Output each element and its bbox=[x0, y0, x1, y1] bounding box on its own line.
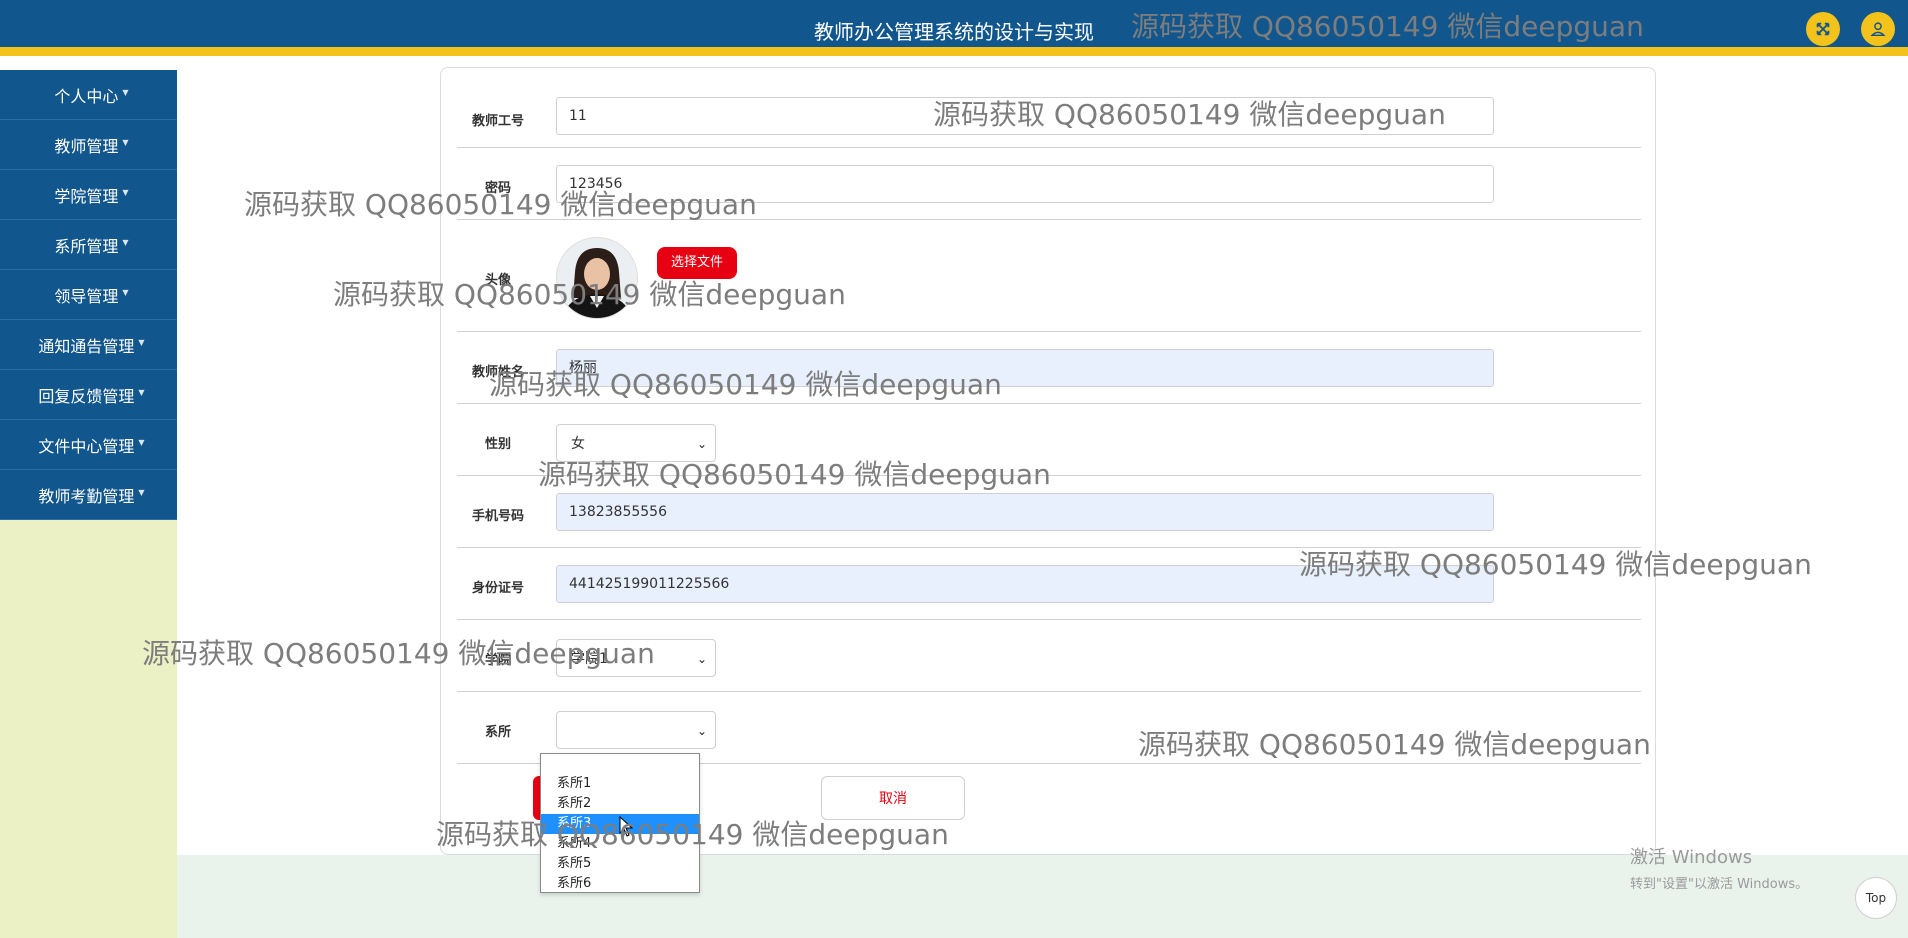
windows-activation-notice: 激活 Windows 转到"设置"以激活 Windows。 bbox=[1630, 843, 1808, 892]
caret-down-icon: ▼ bbox=[122, 288, 129, 297]
mouse-cursor-icon bbox=[619, 816, 633, 837]
form-row-teacher-name: 教师姓名 杨丽 bbox=[457, 332, 1641, 404]
fullscreen-icon-glyph bbox=[1816, 22, 1830, 36]
id-card-label: 身份证号 bbox=[471, 581, 524, 596]
form-row-gender: 性别 女 ⌄ bbox=[457, 404, 1641, 476]
sidebar-item-personal-center[interactable]: 个人中心 ▼ bbox=[0, 70, 177, 120]
chevron-down-icon: ⌄ bbox=[696, 437, 707, 451]
department-label: 系所 bbox=[484, 725, 511, 740]
sidebar-item-notice[interactable]: 通知通告管理 ▼ bbox=[0, 320, 177, 370]
chevron-down-icon: ⌄ bbox=[696, 724, 707, 738]
back-to-top-button[interactable]: Top bbox=[1855, 877, 1897, 919]
sidebar-item-label: 文件中心管理 bbox=[38, 436, 135, 456]
form-row-avatar: 头像 选择文件 bbox=[457, 220, 1641, 332]
fullscreen-icon[interactable] bbox=[1806, 12, 1840, 46]
caret-down-icon: ▼ bbox=[138, 388, 145, 397]
avatar-image bbox=[556, 237, 638, 319]
teacher-id-label: 教师工号 bbox=[471, 114, 524, 129]
user-icon[interactable] bbox=[1861, 12, 1895, 46]
id-card-input[interactable]: 441425199011225566 bbox=[556, 565, 1494, 603]
form-row-teacher-id: 教师工号 11 bbox=[457, 68, 1641, 148]
edit-form-card: 教师工号 11 密码 123456 头像 选择文件 教师姓名 杨丽 性别 女 ⌄ bbox=[440, 67, 1656, 855]
dropdown-option[interactable]: 系所2 bbox=[541, 794, 699, 814]
sidebar: 个人中心 ▼ 教师管理 ▼ 学院管理 ▼ 系所管理 ▼ 领导管理 ▼ 通知通告管理 ▼ 回复… bbox=[0, 70, 177, 938]
caret-down-icon: ▼ bbox=[122, 238, 129, 247]
phone-label: 手机号码 bbox=[471, 509, 524, 524]
avatar-portrait bbox=[557, 238, 637, 318]
gender-label: 性别 bbox=[484, 437, 511, 452]
sidebar-item-college[interactable]: 学院管理 ▼ bbox=[0, 170, 177, 220]
choose-file-button[interactable]: 选择文件 bbox=[657, 247, 737, 279]
sidebar-item-label: 教师管理 bbox=[54, 136, 119, 156]
teacher-name-input[interactable]: 杨丽 bbox=[556, 349, 1494, 387]
college-label: 学院 bbox=[484, 653, 511, 668]
app-title: 教师办公管理系统的设计与实现 bbox=[814, 20, 1094, 44]
password-input[interactable]: 123456 bbox=[556, 165, 1494, 203]
caret-down-icon: ▼ bbox=[138, 338, 145, 347]
sidebar-item-label: 教师考勤管理 bbox=[38, 486, 135, 506]
password-label: 密码 bbox=[484, 181, 511, 196]
caret-down-icon: ▼ bbox=[122, 88, 129, 97]
form-row-phone: 手机号码 13823855556 bbox=[457, 476, 1641, 548]
chevron-down-icon: ⌄ bbox=[696, 652, 707, 666]
department-select[interactable]: ⌄ bbox=[556, 711, 716, 749]
sidebar-item-label: 系所管理 bbox=[54, 236, 119, 256]
caret-down-icon: ▼ bbox=[138, 488, 145, 497]
caret-down-icon: ▼ bbox=[122, 138, 129, 147]
dropdown-option[interactable]: 系所6 bbox=[541, 874, 699, 894]
caret-down-icon: ▼ bbox=[122, 188, 129, 197]
dropdown-option[interactable]: 系所1 bbox=[541, 774, 699, 794]
gender-select-value: 女 bbox=[571, 436, 585, 452]
phone-input[interactable]: 13823855556 bbox=[556, 493, 1494, 531]
sidebar-item-label: 学院管理 bbox=[54, 186, 119, 206]
sidebar-item-leader[interactable]: 领导管理 ▼ bbox=[0, 270, 177, 320]
sidebar-item-label: 个人中心 bbox=[54, 86, 119, 106]
windows-activation-title: 激活 Windows bbox=[1630, 847, 1753, 868]
sidebar-item-label: 通知通告管理 bbox=[38, 336, 135, 356]
sidebar-item-label: 回复反馈管理 bbox=[38, 386, 135, 406]
sidebar-item-department[interactable]: 系所管理 ▼ bbox=[0, 220, 177, 270]
user-icon-glyph bbox=[1870, 22, 1886, 37]
sidebar-item-feedback[interactable]: 回复反馈管理 ▼ bbox=[0, 370, 177, 420]
dropdown-option[interactable]: 系所5 bbox=[541, 854, 699, 874]
sidebar-item-teacher[interactable]: 教师管理 ▼ bbox=[0, 120, 177, 170]
form-row-id-card: 身份证号 441425199011225566 bbox=[457, 548, 1641, 620]
college-select[interactable]: 学院1 ⌄ bbox=[556, 639, 716, 677]
gender-select[interactable]: 女 ⌄ bbox=[556, 424, 716, 462]
teacher-name-label: 教师姓名 bbox=[471, 365, 524, 380]
form-row-college: 学院 学院1 ⌄ bbox=[457, 620, 1641, 692]
cancel-button[interactable]: 取消 bbox=[821, 776, 965, 820]
teacher-id-input[interactable]: 11 bbox=[556, 97, 1494, 135]
caret-down-icon: ▼ bbox=[138, 438, 145, 447]
top-header: 教师办公管理系统的设计与实现 bbox=[0, 0, 1908, 56]
sidebar-item-files[interactable]: 文件中心管理 ▼ bbox=[0, 420, 177, 470]
sidebar-item-label: 领导管理 bbox=[54, 286, 119, 306]
college-select-value: 学院1 bbox=[571, 651, 608, 667]
windows-activation-subtitle: 转到"设置"以激活 Windows。 bbox=[1630, 877, 1809, 892]
form-row-password: 密码 123456 bbox=[457, 148, 1641, 220]
sidebar-item-attendance[interactable]: 教师考勤管理 ▼ bbox=[0, 470, 177, 520]
avatar-label: 头像 bbox=[484, 273, 511, 288]
